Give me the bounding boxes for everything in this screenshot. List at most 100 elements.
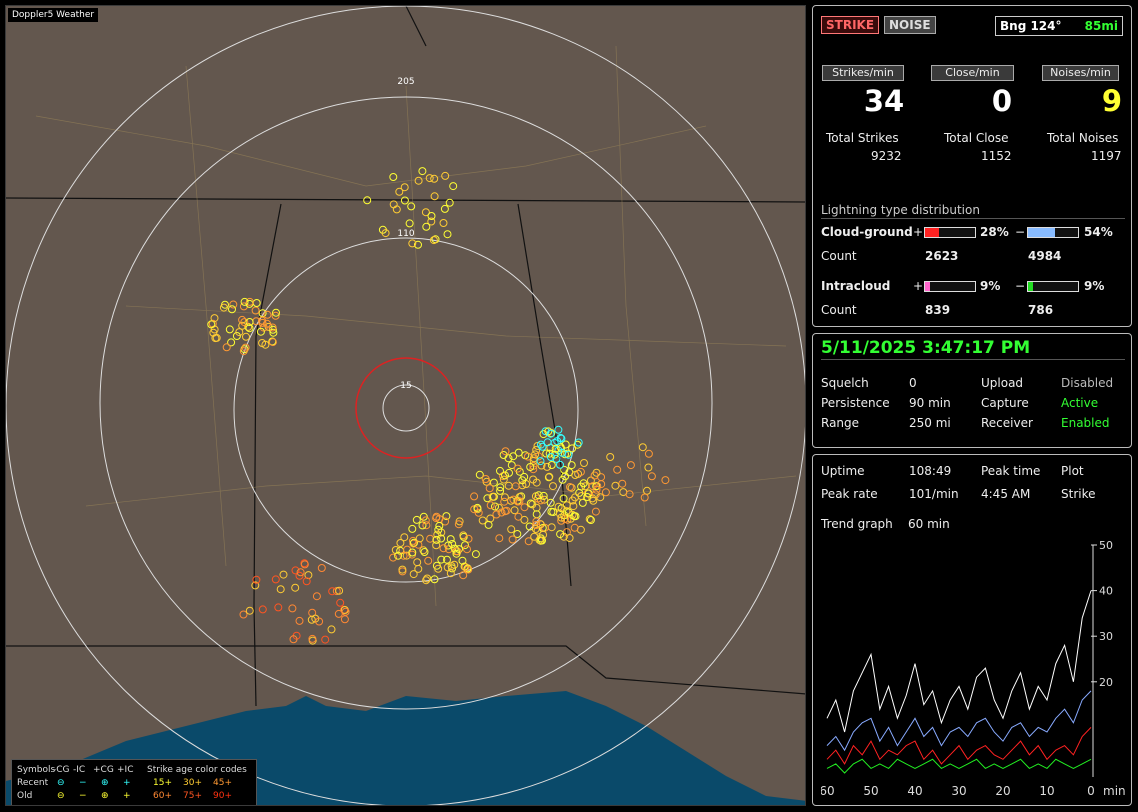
strike-marker bbox=[500, 497, 509, 506]
ic-positive-bar bbox=[924, 281, 976, 292]
strike-marker bbox=[484, 520, 493, 529]
cloud-ground-label: Cloud-ground bbox=[821, 225, 913, 239]
strike-marker bbox=[601, 488, 610, 497]
strike-marker bbox=[229, 300, 238, 309]
total-close-value: 1152 bbox=[981, 149, 1012, 163]
strike-marker bbox=[486, 501, 495, 510]
legend-old-ic-plus: + bbox=[123, 790, 131, 801]
strike-marker bbox=[495, 534, 504, 543]
strike-marker bbox=[547, 523, 556, 532]
trend-series-3 bbox=[826, 758, 1092, 774]
status-key-2-b: Receiver bbox=[981, 416, 1033, 430]
strike-marker bbox=[435, 521, 444, 530]
strike-marker bbox=[413, 558, 422, 567]
strike-marker bbox=[532, 510, 541, 519]
strike-marker bbox=[302, 577, 311, 586]
ic-negative-bar bbox=[1027, 281, 1079, 292]
ring-label-110: 110 bbox=[397, 229, 414, 239]
strike-marker bbox=[589, 496, 598, 505]
status-value-0-b: Disabled bbox=[1061, 376, 1114, 390]
status-value-1-a: 90 min bbox=[909, 396, 951, 410]
strike-marker bbox=[626, 461, 635, 470]
cg-positive-pct: 28% bbox=[980, 225, 1009, 239]
current-datetime: 5/11/2025 3:47:17 PM bbox=[821, 338, 1031, 358]
uptime-label: Uptime bbox=[821, 464, 865, 478]
strike-marker bbox=[459, 571, 468, 580]
plot-value[interactable]: Strike bbox=[1061, 487, 1096, 501]
strike-markers bbox=[207, 167, 670, 645]
x-tick-label: 50 bbox=[863, 784, 878, 798]
strike-stats-panel: STRIKE NOISE Bng 124° 85mi Strikes/min C… bbox=[812, 5, 1132, 327]
strike-marker bbox=[647, 472, 656, 481]
strike-marker bbox=[520, 503, 529, 512]
strike-marker bbox=[321, 635, 330, 644]
strike-marker bbox=[395, 187, 404, 196]
strike-marker bbox=[242, 332, 250, 341]
strike-marker bbox=[514, 448, 523, 457]
strike-marker bbox=[661, 476, 670, 485]
cg-count-label: Count bbox=[821, 249, 857, 263]
strike-marker bbox=[538, 442, 547, 451]
peak-rate-value: 101/min bbox=[909, 487, 959, 501]
ic-positive-fill bbox=[925, 282, 930, 291]
strike-marker bbox=[463, 545, 471, 554]
strike-marker bbox=[334, 609, 343, 618]
cg-negative-count: 4984 bbox=[1028, 249, 1062, 263]
ic-negative-pct: 9% bbox=[1084, 279, 1105, 293]
distribution-divider bbox=[821, 218, 1125, 219]
cg-positive-count: 2623 bbox=[925, 249, 959, 263]
radar-map[interactable]: 205 110 15 Doppler5 Weather Symbols -CG … bbox=[5, 5, 806, 806]
legend-recent-ic-plus: + bbox=[123, 777, 131, 788]
x-tick-label: 10 bbox=[1039, 784, 1054, 798]
strike-marker bbox=[547, 461, 556, 469]
strike-marker bbox=[640, 493, 649, 502]
status-key-0-a: Squelch bbox=[821, 376, 869, 390]
noises-per-min-header: Noises/min bbox=[1042, 65, 1119, 81]
strike-marker bbox=[440, 204, 449, 213]
strike-marker bbox=[312, 592, 321, 601]
legend-old-cg-plus: ⊕ bbox=[101, 790, 109, 801]
map-title: Doppler5 Weather bbox=[8, 8, 99, 22]
status-value-1-b: Active bbox=[1061, 396, 1099, 410]
legend-old-label: Old bbox=[17, 790, 33, 801]
strike-marker bbox=[414, 540, 423, 549]
strike-marker bbox=[340, 615, 349, 624]
state-borders bbox=[6, 6, 805, 707]
status-key-1-b: Capture bbox=[981, 396, 1029, 410]
noise-button[interactable]: NOISE bbox=[884, 16, 936, 34]
strike-marker bbox=[225, 325, 234, 334]
strike-marker bbox=[415, 534, 424, 543]
strike-button[interactable]: STRIKE bbox=[821, 16, 880, 34]
status-value-2-b: Enabled bbox=[1061, 416, 1110, 430]
strike-marker bbox=[570, 523, 579, 532]
x-tick-label: 20 bbox=[995, 784, 1010, 798]
strikes-per-min-header: Strikes/min bbox=[822, 65, 904, 81]
cg-positive-fill bbox=[925, 228, 939, 237]
strike-marker bbox=[568, 444, 577, 453]
legend-recent-cg-plus: ⊕ bbox=[101, 777, 109, 788]
strike-marker bbox=[414, 176, 423, 185]
strike-marker bbox=[606, 453, 615, 461]
strike-marker bbox=[271, 575, 280, 584]
strike-marker bbox=[491, 502, 499, 511]
strike-marker bbox=[274, 603, 283, 612]
strike-marker bbox=[412, 515, 421, 524]
road-lines bbox=[35, 45, 797, 607]
strike-marker bbox=[258, 605, 267, 614]
strike-marker bbox=[638, 443, 647, 452]
legend-age-60: 60+ bbox=[153, 790, 172, 801]
strike-marker bbox=[422, 222, 431, 231]
strike-marker bbox=[549, 482, 557, 491]
ic-positive-pct: 9% bbox=[980, 279, 1001, 293]
strike-marker bbox=[245, 606, 254, 615]
ring-label-205: 205 bbox=[397, 77, 414, 87]
peak-time-label: Peak time bbox=[981, 464, 1041, 478]
strike-marker bbox=[389, 200, 398, 209]
strike-marker bbox=[389, 173, 398, 181]
range-rings bbox=[6, 6, 805, 805]
strike-marker bbox=[625, 490, 634, 499]
strike-marker bbox=[530, 532, 539, 541]
x-tick-label: 0 bbox=[1087, 784, 1095, 798]
strike-marker bbox=[295, 616, 304, 625]
strike-marker bbox=[520, 515, 529, 524]
